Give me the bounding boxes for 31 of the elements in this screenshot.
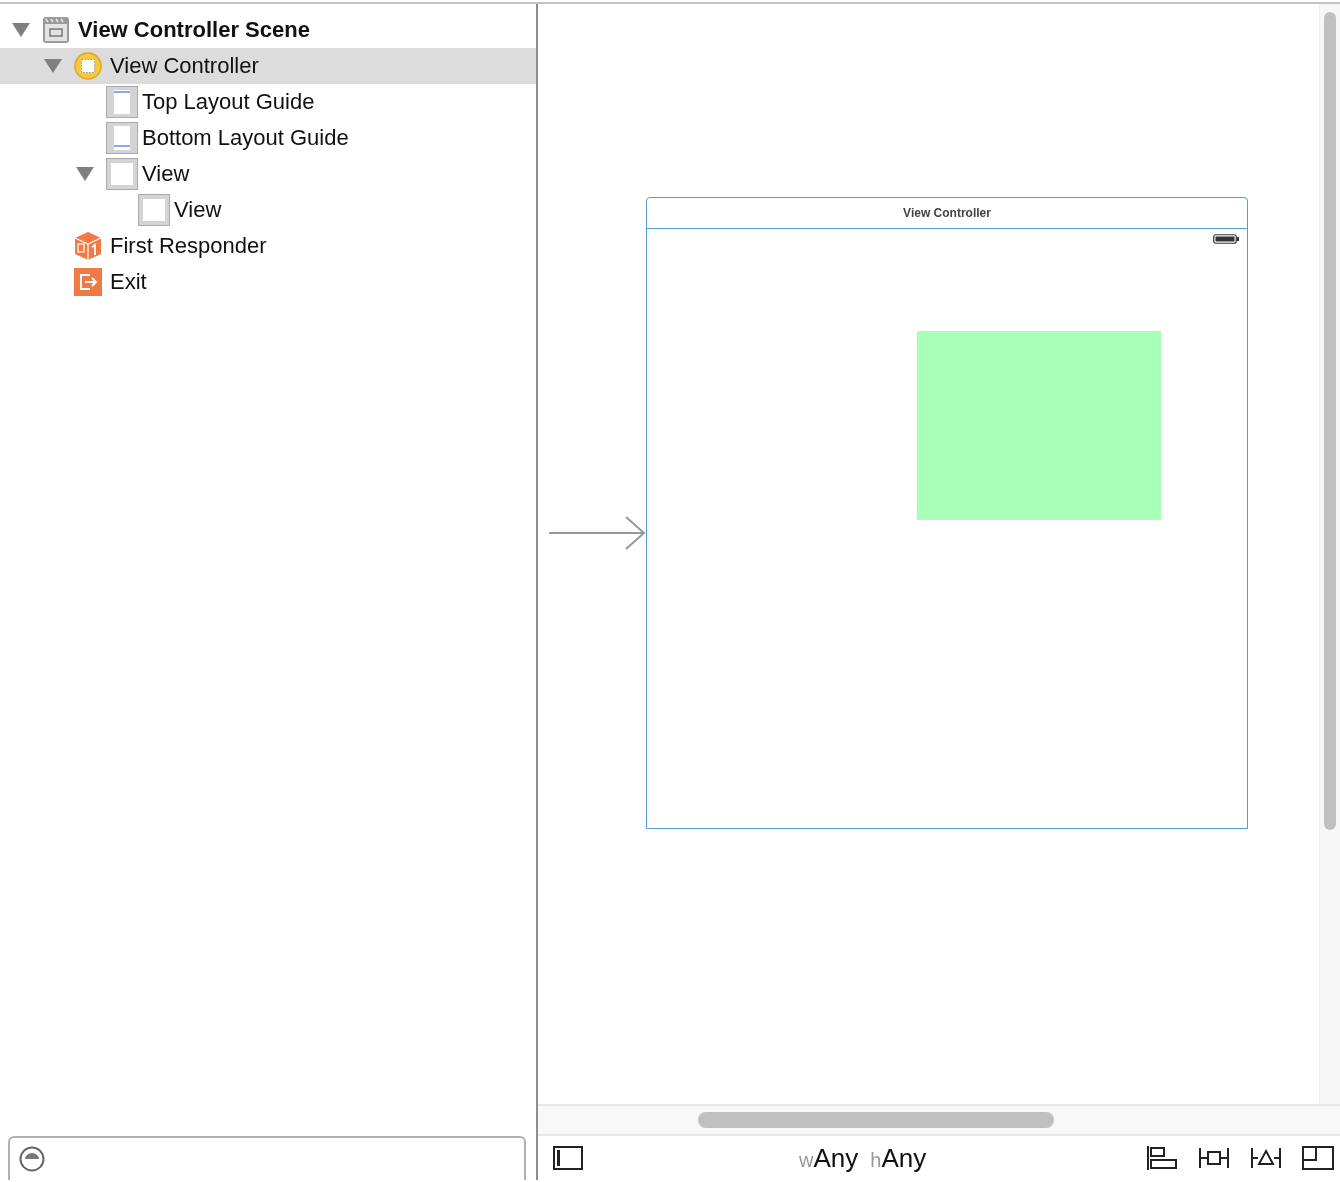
outline-row[interactable]: View Controller Scene bbox=[0, 12, 536, 48]
cube-icon bbox=[74, 231, 102, 261]
resizing-icon[interactable] bbox=[1302, 1145, 1334, 1171]
battery-icon bbox=[1213, 234, 1239, 244]
align-icon[interactable] bbox=[1146, 1145, 1178, 1171]
scene-icon bbox=[42, 16, 70, 44]
outline-row[interactable]: First Responder bbox=[0, 228, 536, 264]
outline-row[interactable]: View Controller bbox=[0, 48, 536, 84]
size-class-button[interactable]: wAny hAny bbox=[799, 1142, 927, 1174]
resolve-issues-icon[interactable] bbox=[1250, 1145, 1282, 1171]
outline-row[interactable]: Exit bbox=[0, 264, 536, 300]
outline-row[interactable]: Top Layout Guide bbox=[0, 84, 536, 120]
outline-row[interactable]: View bbox=[0, 192, 536, 228]
pin-icon[interactable] bbox=[1198, 1145, 1230, 1171]
scene-title: View Controller bbox=[647, 198, 1247, 229]
outline-row[interactable]: View bbox=[0, 156, 536, 192]
scrollbar-thumb[interactable] bbox=[698, 1112, 1054, 1128]
layout-guide-icon bbox=[106, 86, 138, 118]
filter-icon bbox=[19, 1146, 45, 1172]
view-icon bbox=[138, 194, 170, 226]
view-controller-icon bbox=[74, 52, 102, 80]
outline-row[interactable]: Bottom Layout Guide bbox=[0, 120, 536, 156]
disclosure-triangle-icon[interactable] bbox=[75, 166, 95, 182]
view-icon bbox=[106, 158, 138, 190]
filter-field[interactable] bbox=[8, 1136, 526, 1180]
scrollbar-thumb[interactable] bbox=[1324, 12, 1336, 830]
layout-guide-icon bbox=[106, 122, 138, 154]
sidebar-toggle-icon[interactable] bbox=[553, 1146, 583, 1170]
disclosure-triangle-icon[interactable] bbox=[11, 22, 31, 38]
disclosure-triangle-icon[interactable] bbox=[43, 58, 63, 74]
exit-icon bbox=[74, 268, 102, 296]
